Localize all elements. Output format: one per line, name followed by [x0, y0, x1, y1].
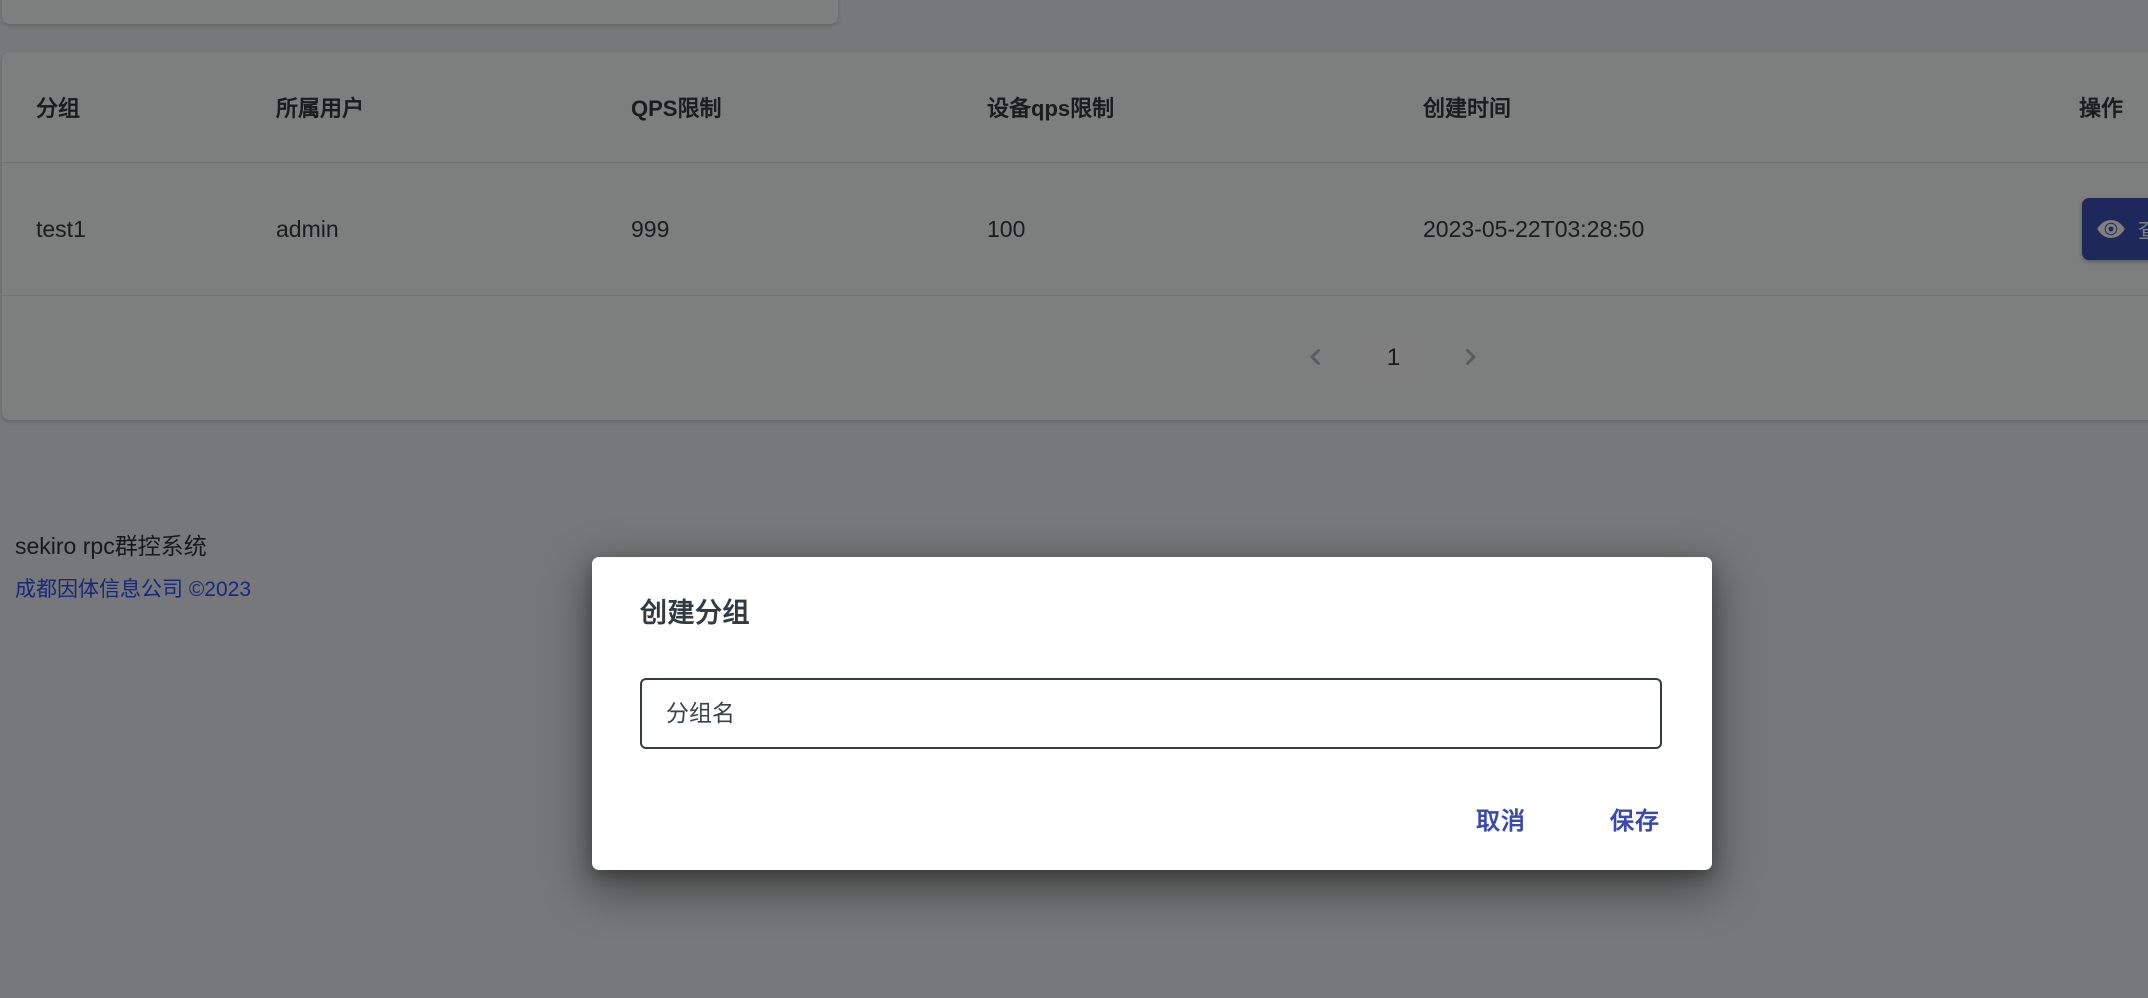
- dialog-actions: 取消 保存: [1460, 793, 1676, 844]
- create-group-dialog: 创建分组 取消 保存: [592, 557, 1712, 870]
- cancel-button[interactable]: 取消: [1460, 793, 1542, 844]
- save-button[interactable]: 保存: [1594, 793, 1676, 844]
- dialog-title: 创建分组: [640, 598, 750, 628]
- group-name-input[interactable]: [640, 678, 1662, 749]
